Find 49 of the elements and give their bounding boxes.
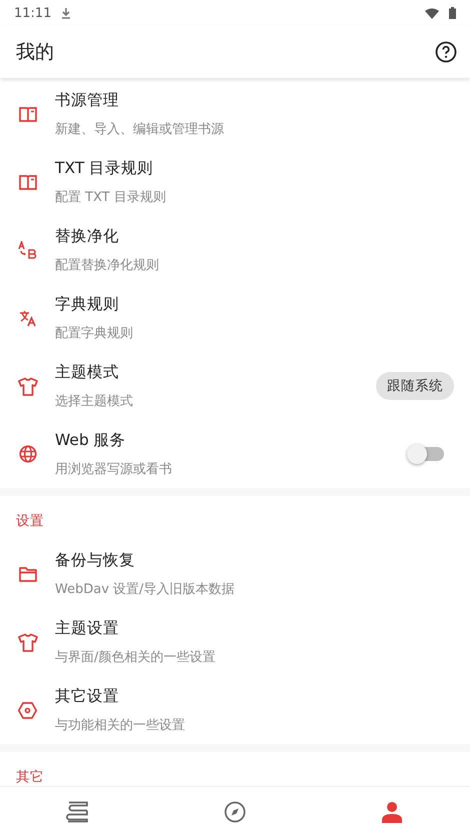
shirt-icon [18, 632, 38, 652]
item-subtitle: 用浏览器写源或看书 [55, 461, 172, 478]
settings-item[interactable]: 字典规则 配置字典规则 [0, 284, 470, 352]
person-icon [380, 801, 403, 823]
help-icon[interactable] [435, 41, 457, 63]
bookshelf-icon [66, 801, 90, 823]
settings-item[interactable]: 替换净化 配置替换净化规则 [0, 216, 470, 284]
item-subtitle: 与功能相关的一些设置 [55, 717, 185, 734]
item-title: 替换净化 [55, 226, 119, 247]
replace-icon [18, 241, 38, 259]
settings-item[interactable]: 主题模式 选择主题模式 跟随系统 [0, 352, 470, 420]
settings-item[interactable]: 其它设置 与功能相关的一些设置 [0, 676, 470, 744]
download-icon [61, 7, 72, 19]
settings-item[interactable]: TXT 目录规则 配置 TXT 目录规则 [0, 148, 470, 216]
item-title: 主题模式 [55, 362, 119, 383]
item-subtitle: WebDav 设置/导入旧版本数据 [55, 581, 235, 598]
settings-item[interactable]: 备份与恢复 WebDav 设置/导入旧版本数据 [0, 540, 470, 608]
shirt-icon [18, 376, 38, 396]
item-title: 其它设置 [55, 686, 119, 707]
item-title: TXT 目录规则 [55, 158, 154, 179]
battery-icon [449, 7, 456, 19]
item-title: 备份与恢复 [55, 550, 135, 571]
book-icon [18, 106, 36, 122]
folder-icon [18, 566, 36, 582]
item-subtitle: 配置 TXT 目录规则 [55, 189, 166, 206]
item-subtitle: 与界面/颜色相关的一些设置 [55, 649, 216, 666]
page-title: 我的 [16, 40, 55, 65]
settings-icon [18, 702, 37, 718]
translate-icon [18, 310, 36, 326]
settings-item[interactable]: 主题设置 与界面/颜色相关的一些设置 [0, 608, 470, 676]
item-title: 字典规则 [55, 294, 119, 315]
book-icon [18, 174, 36, 190]
item-title: 主题设置 [55, 618, 119, 639]
item-subtitle: 配置字典规则 [55, 325, 133, 342]
wifi-icon [425, 8, 439, 18]
section-header: 其它 [15, 768, 45, 786]
settings-item[interactable]: 书源管理 新建、导入、编辑或管理书源 [0, 80, 470, 148]
compass-icon [224, 801, 246, 823]
item-subtitle: 选择主题模式 [55, 393, 133, 410]
toggle-switch[interactable] [410, 447, 444, 461]
theme-chip[interactable]: 跟随系统 [376, 372, 454, 400]
item-subtitle: 配置替换净化规则 [55, 257, 159, 274]
status-time: 11:11 [14, 6, 52, 20]
item-title: 书源管理 [55, 90, 119, 111]
globe-icon [18, 445, 36, 463]
section-header: 设置 [15, 512, 45, 531]
item-title: Web 服务 [55, 430, 126, 451]
item-subtitle: 新建、导入、编辑或管理书源 [55, 121, 224, 138]
settings-item[interactable]: Web 服务 用浏览器写源或看书 [0, 420, 470, 488]
